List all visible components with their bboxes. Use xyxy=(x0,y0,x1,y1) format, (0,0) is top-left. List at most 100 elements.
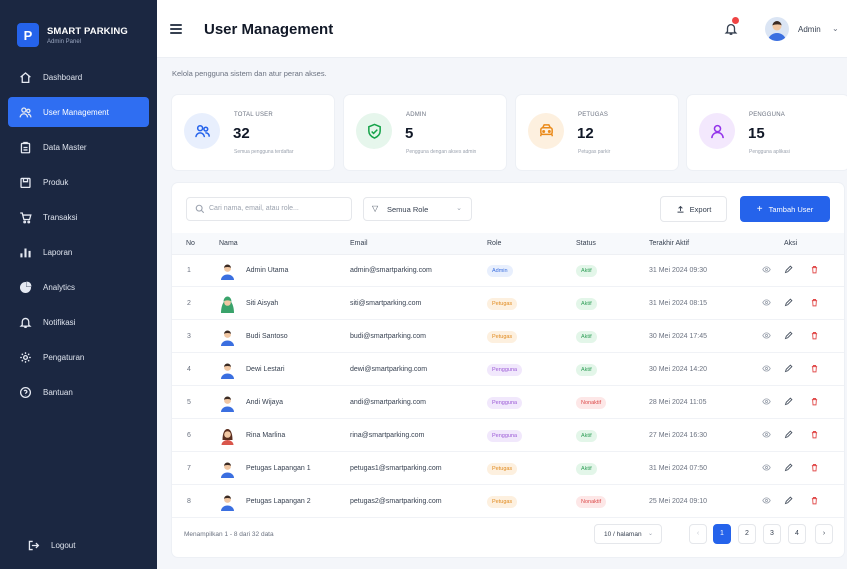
table-row[interactable]: 1 Admin Utama admin@smartparking.com Admin A… xyxy=(172,255,844,287)
stat-label: TOTAL USER xyxy=(234,112,273,118)
upload-icon xyxy=(677,205,684,213)
sidebar-item-analytics[interactable]: Analytics xyxy=(8,272,149,302)
delete-icon[interactable] xyxy=(808,331,820,343)
per-page-select[interactable]: 10 / halaman ⌄ xyxy=(594,524,662,544)
notification-bell-icon[interactable] xyxy=(724,22,738,36)
chevron-down-icon: ⌄ xyxy=(456,205,462,212)
stat-value: 32 xyxy=(233,125,250,142)
edit-icon[interactable] xyxy=(782,298,794,310)
status-badge: Aktif xyxy=(576,265,597,277)
edit-icon[interactable] xyxy=(782,265,794,277)
status-badge: Aktif xyxy=(576,298,597,310)
edit-icon[interactable] xyxy=(782,397,794,409)
last-active: 30 Mei 2024 17:45 xyxy=(649,333,707,340)
table-row[interactable]: 8 Petugas Lapangan 2 petugas2@smartparking… xyxy=(172,486,844,518)
view-icon[interactable] xyxy=(760,364,772,376)
edit-icon[interactable] xyxy=(782,430,794,442)
row-number: 8 xyxy=(187,498,191,505)
sidebar-item-label: Bantuan xyxy=(43,387,73,397)
table-row[interactable]: 6 Rina Marlina rina@smartparking.com Penggu… xyxy=(172,420,844,452)
pagination-prev-button[interactable]: ‹ xyxy=(689,524,707,544)
help-icon xyxy=(18,385,32,399)
delete-icon[interactable] xyxy=(808,463,820,475)
export-button[interactable]: Export xyxy=(660,196,727,222)
user-name: Andi Wijaya xyxy=(246,399,283,406)
pagination-next-button[interactable]: › xyxy=(815,524,833,544)
logout-button[interactable]: Logout xyxy=(16,530,157,560)
sidebar-item-label: Laporan xyxy=(43,247,73,257)
view-icon[interactable] xyxy=(760,430,772,442)
sidebar-item-label: Produk xyxy=(43,177,69,187)
table-row[interactable]: 5 Andi Wijaya andi@smartparking.com Penggun… xyxy=(172,387,844,419)
sidebar-item-label: Analytics xyxy=(43,282,76,292)
sidebar-item-pengaturan[interactable]: Pengaturan xyxy=(8,342,149,372)
sidebar-item-user-management[interactable]: User Management xyxy=(8,97,149,127)
view-icon[interactable] xyxy=(760,298,772,310)
stat-value: 5 xyxy=(405,125,414,142)
last-active: 31 Mei 2024 08:15 xyxy=(649,300,707,307)
table-row[interactable]: 4 Dewi Lestari dewi@smartparking.com Penggu… xyxy=(172,354,844,386)
last-active: 30 Mei 2024 14:20 xyxy=(649,366,707,373)
view-icon[interactable] xyxy=(760,331,772,343)
export-label: Export xyxy=(689,204,712,214)
edit-icon[interactable] xyxy=(782,364,794,376)
column-header-nama: Nama xyxy=(219,240,238,247)
sidebar-item-laporan[interactable]: Laporan xyxy=(8,237,149,267)
edit-icon[interactable] xyxy=(782,463,794,475)
add-user-button[interactable]: + Tambah User xyxy=(740,196,830,222)
stat-description: Semua pengguna terdaftar xyxy=(234,149,294,155)
view-icon[interactable] xyxy=(760,397,772,409)
chevron-down-icon: ⌄ xyxy=(647,531,653,537)
user-name[interactable]: Admin xyxy=(798,25,821,34)
sidebar-item-dashboard[interactable]: Dashboard xyxy=(8,62,149,92)
top-header: User Management Admin ⌄ xyxy=(157,0,847,58)
view-icon[interactable] xyxy=(760,496,772,508)
role-badge: Pengguna xyxy=(487,430,523,442)
brand[interactable]: P SMART PARKING Admin Panel xyxy=(0,0,157,54)
role-filter-select[interactable]: ▽ Semua Role ⌄ xyxy=(363,197,472,221)
sidebar-item-bantuan[interactable]: Bantuan xyxy=(8,377,149,407)
chevron-down-icon[interactable]: ⌄ xyxy=(832,24,839,33)
pagination-page-2[interactable]: 2 xyxy=(738,524,756,544)
table-row[interactable]: 2 Siti Aisyah siti@smartparking.com Petugas… xyxy=(172,288,844,320)
sidebar-item-label: Transaksi xyxy=(43,212,78,222)
delete-icon[interactable] xyxy=(808,496,820,508)
delete-icon[interactable] xyxy=(808,397,820,409)
view-icon[interactable] xyxy=(760,265,772,277)
chevron-left-icon: ‹ xyxy=(696,530,700,537)
delete-icon[interactable] xyxy=(808,430,820,442)
pagination-page-4[interactable]: 4 xyxy=(788,524,806,544)
add-user-label: Tambah User xyxy=(768,204,814,214)
row-number: 3 xyxy=(187,333,191,340)
delete-icon[interactable] xyxy=(808,298,820,310)
table-row[interactable]: 7 Petugas Lapangan 1 petugas1@smartparking… xyxy=(172,453,844,485)
row-number: 4 xyxy=(187,366,191,373)
sidebar-item-data-master[interactable]: Data Master xyxy=(8,132,149,162)
user-avatar[interactable] xyxy=(765,17,789,41)
table-row[interactable]: 3 Budi Santoso budi@smartparking.com Petuga… xyxy=(172,321,844,353)
car-icon xyxy=(528,113,564,149)
sidebar-item-produk[interactable]: Produk xyxy=(8,167,149,197)
delete-icon[interactable] xyxy=(808,364,820,376)
sidebar-item-notifikasi[interactable]: Notifikasi xyxy=(8,307,149,337)
notification-dot xyxy=(732,17,739,24)
delete-icon[interactable] xyxy=(808,265,820,277)
pagination-page-3[interactable]: 3 xyxy=(763,524,781,544)
stat-description: Pengguna aplikasi xyxy=(749,149,790,155)
menu-toggle-icon[interactable] xyxy=(170,24,182,34)
sidebar-item-transaksi[interactable]: Transaksi xyxy=(8,202,149,232)
last-active: 28 Mei 2024 11:05 xyxy=(649,399,707,406)
pagination-page-1[interactable]: 1 xyxy=(713,524,731,544)
row-number: 2 xyxy=(187,300,191,307)
logout-label: Logout xyxy=(51,540,76,550)
edit-icon[interactable] xyxy=(782,496,794,508)
user-email: budi@smartparking.com xyxy=(350,333,426,340)
role-filter-value: Semua Role xyxy=(387,205,429,214)
edit-icon[interactable] xyxy=(782,331,794,343)
row-number: 5 xyxy=(187,399,191,406)
table-header: No Nama Email Role Status Terakhir Aktif… xyxy=(172,233,844,255)
stat-label: ADMIN xyxy=(406,112,427,118)
view-icon[interactable] xyxy=(760,463,772,475)
search-input[interactable]: Cari nama, email, atau role... xyxy=(186,197,352,221)
role-badge: Petugas xyxy=(487,463,518,475)
